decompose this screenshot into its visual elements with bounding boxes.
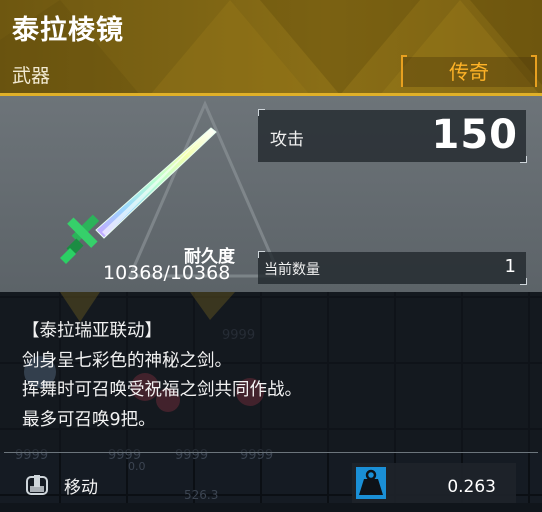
corner-marker [258,251,265,258]
weight-value: 0.263 [447,477,496,497]
bottom-edge [0,503,542,512]
quantity-value: 1 [504,256,516,277]
item-header: 泰拉棱镜 武器 传奇 [0,0,542,95]
description-line: 【泰拉瑞亚联动】 [22,321,162,341]
move-button-label[interactable]: 移动 [64,473,98,498]
weight-icon [356,467,386,499]
durability-value: 10368/10368 [103,262,231,284]
grid-cell-count: 526.3 [184,488,219,502]
corner-marker [520,156,527,163]
description-line: 最多可召唤9把。 [22,410,156,430]
corner-marker [258,109,265,116]
move-item-icon[interactable] [26,474,48,496]
corner-marker [520,278,527,285]
item-type: 武器 [12,65,51,87]
quantity-stat-box: 当前数量 1 [258,252,526,284]
grid-cell-count: 0.0 [128,460,146,473]
attack-value: 150 [431,112,518,158]
attack-label: 攻击 [270,130,304,150]
item-tooltip: 9999 9999 9999 9999 9999 0.0 526.3 泰拉棱镜 … [0,0,542,512]
quantity-label: 当前数量 [264,262,320,278]
item-description: 【泰拉瑞亚联动】 剑身呈七彩色的神秘之剑。 挥舞时可召唤受祝福之剑共同作战。 最… [0,292,542,452]
rarity-badge: 传奇 [401,55,537,87]
item-name: 泰拉棱镜 [12,15,124,46]
description-line: 剑身呈七彩色的神秘之剑。 [22,351,232,371]
description-line: 挥舞时可召唤受祝福之剑共同作战。 [22,380,302,400]
footer-divider [4,452,538,453]
attack-stat-box: 攻击 150 [258,110,526,162]
